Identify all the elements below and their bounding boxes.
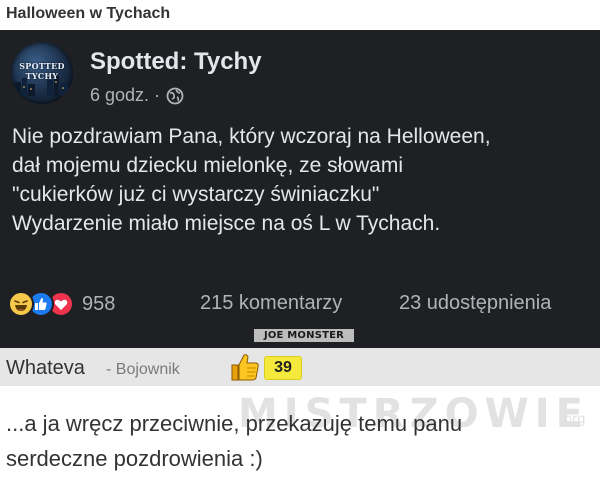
globe-icon (166, 87, 184, 104)
page-title: Halloween w Tychach (6, 5, 171, 22)
comment-header: Whateva - Bojownik 39 (0, 348, 600, 386)
thumbs-up-icon[interactable] (228, 351, 262, 383)
post-body-line: Wydarzenie miało miejsce na oś L w Tycha… (12, 212, 441, 235)
post-meta: 6 godz. · (90, 85, 184, 106)
comment-body: ...a ja wręcz przeciwnie, przekazuję tem… (6, 406, 596, 476)
joe-monster-watermark: JOE MONSTER (254, 329, 354, 342)
comment-user-rank: - Bojownik (106, 361, 180, 378)
reactions-summary[interactable]: 958 (8, 289, 115, 319)
avatar-label-line2: TYCHY (25, 71, 59, 81)
comment-username[interactable]: Whateva (6, 357, 85, 380)
post-page-name[interactable]: Spotted: Tychy (90, 48, 262, 76)
post-body: Nie pozdrawiam Pana, który wczoraj na He… (12, 122, 592, 238)
comment-body-line: serdeczne pozdrowienia :) (6, 446, 263, 471)
shares-count-link[interactable]: 23 udostępnienia (399, 292, 551, 315)
haha-icon (8, 291, 34, 317)
facebook-post-screenshot: SPOTTED TYCHY Spotted: Tychy 6 godz. · N… (0, 30, 600, 348)
post-time[interactable]: 6 godz. · (90, 85, 160, 106)
comment-score: 39 (264, 356, 302, 380)
page-avatar: SPOTTED TYCHY (11, 42, 73, 104)
post-body-line: "cukierków już ci wystarczy świniaczku" (12, 183, 380, 206)
reaction-count: 958 (82, 292, 116, 315)
avatar-label-line1: SPOTTED (19, 61, 65, 71)
post-body-line: Nie pozdrawiam Pana, który wczoraj na He… (12, 125, 491, 148)
comment-section: Whateva - Bojownik 39 MISTRZOWIE .org ..… (0, 348, 600, 485)
comment-body-line: ...a ja wręcz przeciwnie, przekazuję tem… (6, 411, 463, 436)
comments-count-link[interactable]: 215 komentarzy (200, 292, 342, 315)
post-body-line: dał mojemu dziecku mielonkę, ze słowami (12, 154, 403, 177)
